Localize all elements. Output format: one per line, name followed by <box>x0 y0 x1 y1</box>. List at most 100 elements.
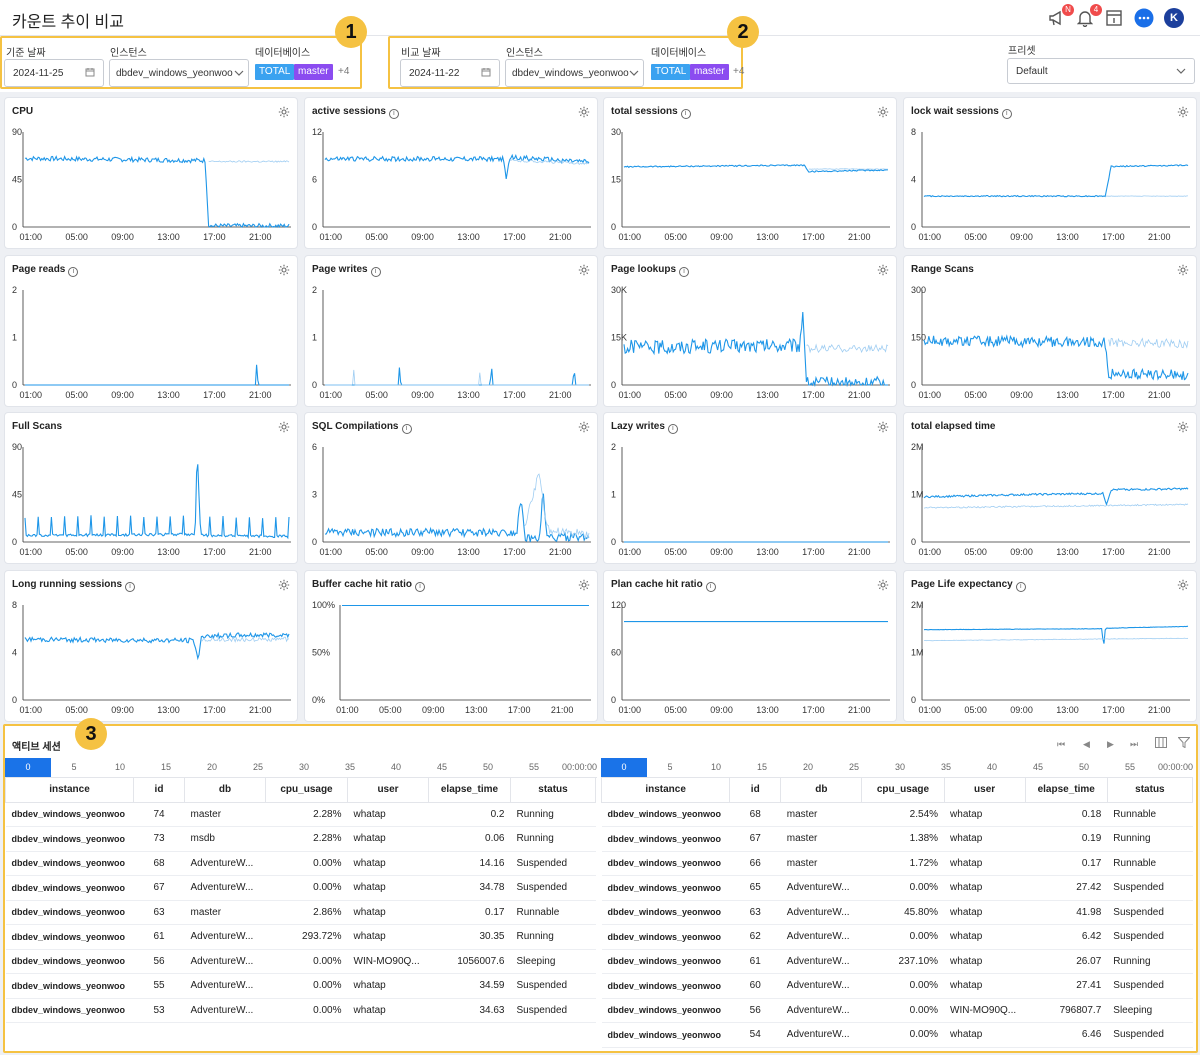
preset-select[interactable]: Default <box>1007 58 1195 84</box>
timeline-tick[interactable]: 15 <box>739 758 785 777</box>
table-row[interactable]: dbdev_windows_yeonwoo 68 master 2.54% whatap… <box>601 802 1193 827</box>
column-header-id[interactable]: id <box>133 778 185 803</box>
cell-cpu-usage: 237.10% <box>861 949 945 974</box>
cell-user: WIN-MO90Q... <box>347 949 429 974</box>
chart-card-full-scans: Full Scans 90 45 0 01:00 05:00 09:00 13:00 17:00… <box>4 412 298 564</box>
column-header-user[interactable]: user <box>943 778 1026 803</box>
timeline-tick[interactable]: 10 <box>97 758 143 777</box>
timeline-tick[interactable]: 45 <box>1015 758 1061 777</box>
table-row[interactable]: dbdev_windows_yeonwoo 67 master 1.38% whatap… <box>601 826 1193 852</box>
base-more-count[interactable]: +4 <box>338 66 349 77</box>
info-panel-icon[interactable] <box>1103 7 1125 29</box>
cell-status: Suspended <box>1107 973 1193 999</box>
x-tick-label: 05:00 <box>964 390 987 400</box>
table-row[interactable]: dbdev_windows_yeonwoo 74 master 2.28% whatap… <box>5 802 596 827</box>
chat-icon[interactable] <box>1133 7 1155 29</box>
table-row[interactable]: dbdev_windows_yeonwoo 60 AdventureW... 0.00… <box>601 973 1193 999</box>
columns-icon[interactable] <box>1155 737 1167 750</box>
timeline-tick[interactable]: 35 <box>327 758 373 777</box>
cell-db: AdventureW... <box>780 900 862 925</box>
base-master-tag[interactable]: master <box>294 64 333 80</box>
table-row[interactable]: dbdev_windows_yeonwoo 73 msdb 2.28% whatap 0.… <box>5 826 596 852</box>
timeline-tick[interactable]: 30 <box>281 758 327 777</box>
timeline-tick[interactable]: 5 <box>647 758 693 777</box>
column-header-user[interactable]: user <box>347 778 429 803</box>
timeline-tick[interactable]: 0 <box>5 758 51 777</box>
compare-more-count[interactable]: +4 <box>733 66 744 77</box>
table-row[interactable]: dbdev_windows_yeonwoo 68 AdventureW... 0.00… <box>5 851 596 876</box>
timeline-tick[interactable]: 25 <box>235 758 281 777</box>
table-row[interactable]: dbdev_windows_yeonwoo 67 AdventureW... 0.00… <box>5 875 596 901</box>
timeline-tick[interactable]: 00:00:00 <box>557 758 597 777</box>
column-header-instance[interactable]: instance <box>600 778 731 803</box>
compare-instance-select[interactable]: dbdev_windows_yeonwoo <box>505 59 644 87</box>
timeline-tick[interactable]: 40 <box>373 758 419 777</box>
compare-master-tag[interactable]: master <box>690 64 729 80</box>
table-row[interactable]: dbdev_windows_yeonwoo 56 AdventureW... 0.00… <box>5 949 596 974</box>
last-page-icon[interactable]: ⏭ <box>1130 739 1138 750</box>
base-instance-select[interactable]: dbdev_windows_yeonwoo <box>109 59 249 87</box>
column-header-cpu-usage[interactable]: cpu_usage <box>265 778 348 803</box>
timeline-tick[interactable]: 50 <box>1061 758 1107 777</box>
column-header-id[interactable]: id <box>729 778 782 803</box>
cell-db: AdventureW... <box>780 875 862 901</box>
cell-elapse-time: 1056007.6 <box>428 949 511 974</box>
timeline-tick[interactable]: 40 <box>969 758 1015 777</box>
compare-total-tag[interactable]: TOTAL <box>651 64 691 80</box>
column-header-elapse-time[interactable]: elapse_time <box>428 778 511 803</box>
timeline-tick[interactable]: 20 <box>189 758 235 777</box>
timeline-right[interactable]: 0 5 10 15 20 25 30 35 40 45 50 55 00:00:00 <box>601 758 1193 778</box>
first-page-icon[interactable]: ⏮ <box>1057 739 1065 750</box>
table-row[interactable]: dbdev_windows_yeonwoo 56 AdventureW... 0.00… <box>601 998 1193 1023</box>
table-row[interactable]: dbdev_windows_yeonwoo 61 AdventureW... 293.… <box>5 924 596 950</box>
timeline-tick[interactable]: 10 <box>693 758 739 777</box>
timeline-tick[interactable]: 50 <box>465 758 511 777</box>
x-tick-label: 09:00 <box>1010 705 1033 715</box>
timeline-tick[interactable]: 45 <box>419 758 465 777</box>
next-icon[interactable]: ▶ <box>1107 739 1114 750</box>
x-tick-label: 09:00 <box>111 232 134 242</box>
column-header-elapse-time[interactable]: elapse_time <box>1024 778 1108 803</box>
table-row[interactable]: dbdev_windows_yeonwoo 66 master 1.72% whatap… <box>601 851 1193 876</box>
timeline-tick[interactable]: 25 <box>831 758 877 777</box>
timeline-tick[interactable]: 35 <box>923 758 969 777</box>
timeline-tick[interactable]: 00:00:00 <box>1153 758 1193 777</box>
table-row[interactable]: dbdev_windows_yeonwoo 54 AdventureW... 0.00… <box>601 1022 1193 1048</box>
table-row[interactable]: dbdev_windows_yeonwoo 55 AdventureW... 0.00… <box>5 973 596 999</box>
filter-icon[interactable] <box>1177 737 1191 750</box>
timeline-tick[interactable]: 55 <box>1107 758 1153 777</box>
timeline-tick[interactable]: 5 <box>51 758 97 777</box>
table-row[interactable]: dbdev_windows_yeonwoo 62 AdventureW... 0.00… <box>601 924 1193 950</box>
avatar[interactable]: K <box>1164 8 1184 28</box>
table-row[interactable]: dbdev_windows_yeonwoo 61 AdventureW... 237.… <box>601 949 1193 974</box>
table-row[interactable]: dbdev_windows_yeonwoo 65 AdventureW... 0.00… <box>601 875 1193 901</box>
table-row[interactable]: dbdev_windows_yeonwoo 53 AdventureW... 0.00… <box>5 998 596 1023</box>
megaphone-icon[interactable]: N <box>1046 4 1074 29</box>
column-header-status[interactable]: status <box>510 778 596 803</box>
chart-card-buffer-cache-hit-ratio: Buffer cache hit ratio i 100% 50% 0% 01:00 05:… <box>304 570 598 722</box>
base-total-tag[interactable]: TOTAL <box>255 64 295 80</box>
column-header-status[interactable]: status <box>1106 778 1194 803</box>
column-header-db[interactable]: db <box>780 778 863 803</box>
column-header-cpu-usage[interactable]: cpu_usage <box>861 778 945 803</box>
prev-icon[interactable]: ◀ <box>1083 739 1090 750</box>
cell-cpu-usage: 293.72% <box>265 924 348 950</box>
x-tick-label: 21:00 <box>249 390 272 400</box>
base-series-line <box>923 334 1189 381</box>
table-row[interactable]: dbdev_windows_yeonwoo 63 AdventureW... 45.8… <box>601 900 1193 925</box>
timeline-tick[interactable]: 20 <box>785 758 831 777</box>
compare-date-picker[interactable]: 2024-11-22 <box>400 59 500 87</box>
timeline-tick[interactable]: 30 <box>877 758 923 777</box>
cell-status: Runnable <box>1107 802 1193 827</box>
bell-icon[interactable]: 4 <box>1074 4 1102 29</box>
base-date-picker[interactable]: 2024-11-25 <box>4 59 104 87</box>
timeline-left[interactable]: 0 5 10 15 20 25 30 35 40 45 50 55 00:00:00 <box>5 758 597 778</box>
table-row[interactable]: dbdev_windows_yeonwoo 63 master 2.86% whatap… <box>5 900 596 925</box>
timeline-tick[interactable]: 55 <box>511 758 557 777</box>
column-header-instance[interactable]: instance <box>5 778 134 803</box>
y-tick-label: 8 <box>911 127 916 137</box>
column-header-db[interactable]: db <box>184 778 266 803</box>
x-tick-label: 13:00 <box>1056 547 1079 557</box>
timeline-tick[interactable]: 0 <box>601 758 647 777</box>
timeline-tick[interactable]: 15 <box>143 758 189 777</box>
